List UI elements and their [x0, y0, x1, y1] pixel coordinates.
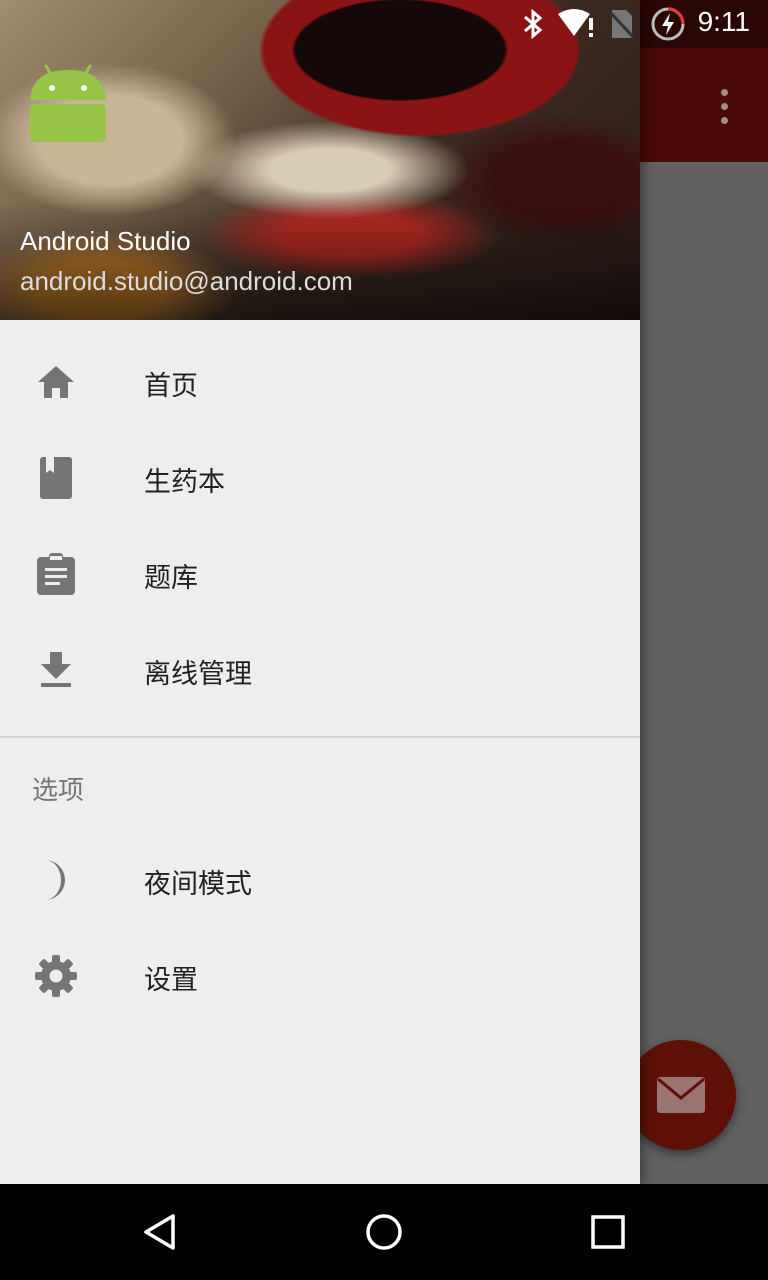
status-bar: 9:11: [0, 0, 768, 48]
compose-mail-fab[interactable]: [626, 1040, 736, 1150]
drawer-item-herbal-book[interactable]: 生药本: [0, 432, 640, 528]
drawer-item-settings[interactable]: 设置: [0, 930, 640, 1026]
home-icon: [34, 360, 78, 404]
status-time: 9:11: [697, 6, 750, 37]
battery-charging-icon: [651, 7, 685, 41]
drawer-item-night-mode[interactable]: 夜间模式: [0, 834, 640, 930]
clipboard-icon: [34, 552, 78, 596]
home-circle-icon[interactable]: [360, 1208, 408, 1256]
drawer-item-label: 首页: [144, 371, 198, 402]
recents-icon[interactable]: [584, 1208, 632, 1256]
account-email: android.studio@android.com: [20, 266, 353, 296]
drawer-item-label: 设置: [144, 965, 198, 996]
system-nav-bar: [0, 1184, 768, 1280]
drawer-menu: 首页 生药本 题库 离线管理: [0, 336, 640, 720]
drawer-options-menu: 夜间模式 设置: [0, 834, 640, 1026]
drawer-item-label: 题库: [144, 563, 198, 594]
section-title-options: 选项: [32, 776, 85, 806]
moon-icon: [34, 858, 78, 902]
back-icon[interactable]: [136, 1208, 184, 1256]
drawer-item-label: 夜间模式: [144, 869, 252, 900]
drawer-header: Android Studio android.studio@android.co…: [0, 0, 640, 320]
no-sim-icon: [610, 10, 634, 40]
navigation-drawer: Android Studio android.studio@android.co…: [0, 0, 640, 1184]
account-name: Android Studio: [20, 226, 191, 256]
drawer-item-question-bank[interactable]: 题库: [0, 528, 640, 624]
drawer-item-home[interactable]: 首页: [0, 336, 640, 432]
drawer-item-label: 离线管理: [144, 659, 252, 690]
more-vert-icon[interactable]: [700, 80, 748, 132]
book-icon: [34, 456, 78, 500]
drawer-divider: [0, 736, 640, 738]
bluetooth-icon: [524, 8, 543, 40]
mail-icon: [657, 1077, 705, 1113]
download-icon: [34, 648, 78, 692]
wifi-alert-icon: [558, 9, 593, 37]
settings-icon: [34, 954, 78, 998]
android-icon: [30, 64, 106, 142]
drawer-item-label: 生药本: [144, 467, 225, 498]
drawer-item-offline-management[interactable]: 离线管理: [0, 624, 640, 720]
